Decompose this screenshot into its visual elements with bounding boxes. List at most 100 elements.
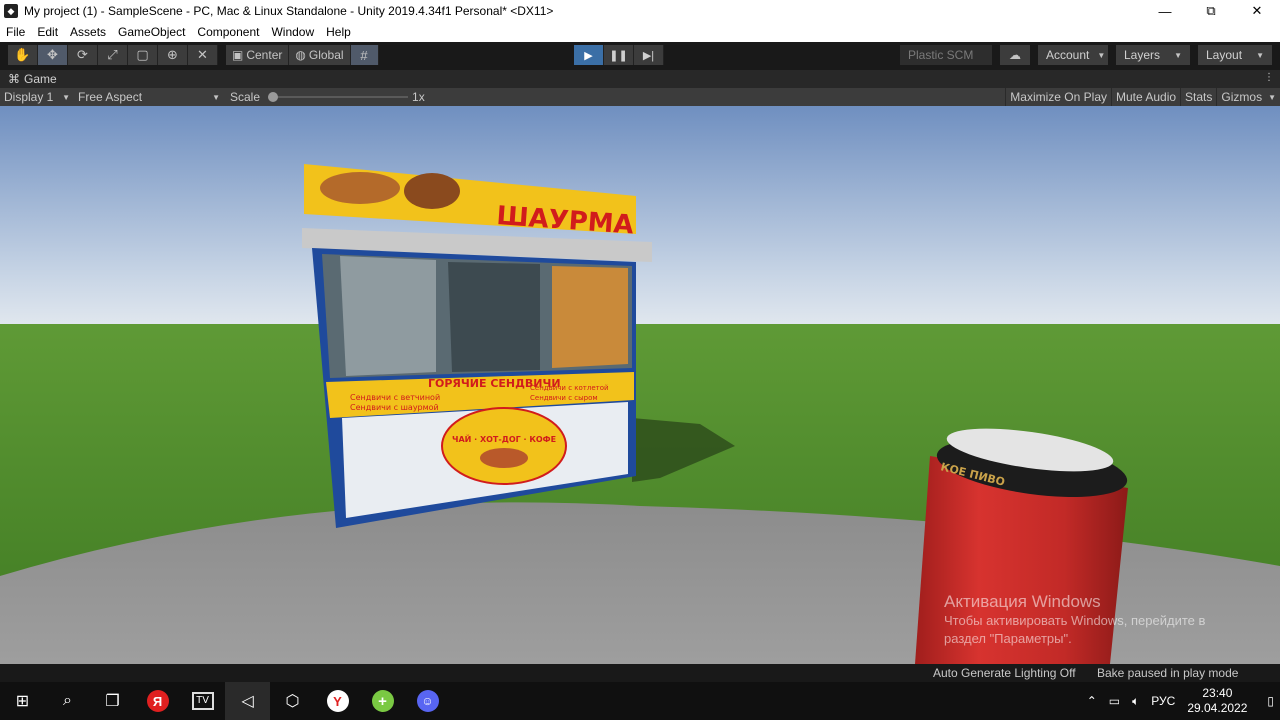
scale-slider[interactable] [268,92,409,102]
chevron-down-icon: ▼ [62,92,70,102]
gamepad-icon: ⌘ [8,72,20,86]
tab-game[interactable]: ⌘ Game [0,72,57,86]
mute-audio-toggle[interactable]: Mute Audio [1111,88,1180,106]
scale-value: 1x [412,90,425,104]
kiosk-window-pane [448,262,540,372]
transform-tool-icon[interactable]: ⊕ [158,45,188,65]
clock-date: 29.04.2022 [1187,701,1248,715]
layout-dropdown[interactable]: Layout ▼ [1198,45,1272,65]
space-label: Global [308,48,344,62]
pivot-label: Center [246,48,283,62]
yandex-icon[interactable]: Я [135,682,180,720]
clock-time: 23:40 [1202,686,1233,700]
game-scene: ШАУРМА ГОРЯЧИЕ СЕНДВИЧИ Сендвичи с ветчи… [0,106,1280,664]
custom-tool-icon[interactable]: ✕ [188,45,218,65]
battery-icon[interactable]: ▭ [1103,694,1126,708]
watermark-title: Активация Windows [944,592,1101,611]
chevron-down-icon: ▼ [212,92,220,102]
chevron-down-icon: ▼ [1097,50,1106,60]
tab-game-label: Game [24,72,57,86]
menu-window[interactable]: Window [265,25,320,39]
volume-icon[interactable]: 🔈︎ [1126,694,1145,709]
close-button[interactable]: ✕ [1234,0,1280,22]
step-icon[interactable]: ▶| [634,45,664,65]
play-icon[interactable]: ▶ [574,45,604,65]
pivot-center-button[interactable]: ▣ Center [226,45,290,65]
pivot-group: ▣ Center ◍ Global # [226,45,379,65]
gizmos-label: Gizmos [1221,90,1263,104]
windows-activation-watermark: Активация Windows Чтобы активировать Win… [944,592,1205,648]
scale-control: Scale 1x [226,88,429,106]
plus-app-icon[interactable]: + [360,682,405,720]
clock[interactable]: 23:40 29.04.2022 [1181,686,1261,716]
sky [0,106,1280,336]
watermark-line: раздел "Параметры". [944,631,1072,646]
game-viewport[interactable]: ШАУРМА ГОРЯЧИЕ СЕНДВИЧИ Сендвичи с ветчи… [0,106,1280,664]
unity-app-icon: ◆ [4,4,18,18]
display-label: Display 1 [4,90,54,104]
language-indicator[interactable]: РУС [1145,694,1181,708]
scale-slider-handle[interactable] [268,92,279,102]
scale-label: Scale [230,90,261,104]
task-view-icon[interactable]: ❐ [90,682,135,720]
unity-hub-icon[interactable]: ⬡ [270,682,315,720]
menu-oval [441,407,567,485]
layers-label: Layers [1124,48,1161,62]
aspect-label: Free Aspect [78,90,143,104]
globe-icon: ◍ [295,48,306,62]
app-icon[interactable]: TV [180,682,225,720]
unity-taskbar-icon[interactable]: ◁ [225,682,270,720]
lighting-status[interactable]: Auto Generate Lighting Off [933,666,1076,680]
chevron-down-icon: ▼ [1256,50,1264,60]
account-dropdown[interactable]: Account ▼ [1038,45,1108,65]
hotdog-image [480,448,528,468]
food-image [320,172,400,204]
hand-tool-icon[interactable]: ✋ [8,45,38,65]
bake-status: Bake paused in play mode [1097,666,1239,680]
move-tool-icon[interactable]: ✥ [38,45,68,65]
yandex-browser-icon[interactable]: Y [315,682,360,720]
watermark-line: Чтобы активировать Windows, перейдите в [944,613,1206,628]
status-bar: Auto Generate Lighting Off Bake paused i… [0,664,1280,682]
oval-text: ЧАЙ · ХОТ-ДОГ · КОФЕ [452,433,556,444]
menu-file[interactable]: File [0,25,31,39]
kiosk-window-pane [340,256,436,376]
tab-bar: ⌘ Game ⋮ [0,70,1280,88]
menu-help[interactable]: Help [320,25,357,39]
more-options-icon[interactable]: ⋮ [1264,72,1274,83]
menu-gameobject[interactable]: GameObject [112,25,191,39]
grid-snap-icon[interactable]: # [350,45,379,65]
windows-start-icon[interactable]: ⊞ [0,682,45,720]
pivot-global-button[interactable]: ◍ Global [289,45,351,65]
pause-icon[interactable]: ❚❚ [604,45,634,65]
game-view-toolbar: Display 1 ▼ Free Aspect ▼ Scale 1x Maxim… [0,88,1280,106]
restore-button[interactable]: ⧉ [1188,0,1234,22]
layout-label: Layout [1206,48,1243,62]
rotate-tool-icon[interactable]: ⟳ [68,45,98,65]
aspect-dropdown[interactable]: Free Aspect ▼ [74,88,224,106]
stats-toggle[interactable]: Stats [1180,88,1216,106]
rect-tool-icon[interactable]: ▢ [128,45,158,65]
chevron-down-icon: ▼ [1268,92,1276,102]
discord-icon[interactable]: ☺ [405,682,450,720]
plastic-scm-button[interactable]: Plastic SCM [900,45,992,65]
menu-assets[interactable]: Assets [64,25,112,39]
menu-edit[interactable]: Edit [31,25,64,39]
cloud-icon[interactable]: ☁ [1000,45,1030,65]
search-icon[interactable]: ⌕ [45,682,90,720]
minimize-button[interactable]: — [1142,0,1188,22]
gizmos-toggle[interactable]: Gizmos ▼ [1216,88,1280,106]
menu-component[interactable]: Component [191,25,265,39]
scale-tool-icon[interactable]: ⤢ [98,45,128,65]
chevron-up-icon[interactable]: ⌃ [1081,694,1103,708]
system-tray: ⌃ ▭ 🔈︎ РУС 23:40 29.04.2022 ▯ [1081,682,1280,720]
banner-item: Сендвичи с сыром [530,394,598,402]
account-label: Account [1046,48,1090,62]
transform-tools: ✋ ✥ ⟳ ⤢ ▢ ⊕ ✕ [8,45,218,65]
menu-bar: File Edit Assets GameObject Component Wi… [0,22,1280,42]
notification-icon[interactable]: ▯ [1261,694,1280,708]
display-dropdown[interactable]: Display 1 ▼ [0,88,74,106]
main-toolbar: ✋ ✥ ⟳ ⤢ ▢ ⊕ ✕ ▣ Center ◍ Global # ▶ ❚❚ ▶… [0,42,1280,68]
layers-dropdown[interactable]: Layers ▼ [1116,45,1190,65]
maximize-on-play-toggle[interactable]: Maximize On Play [1005,88,1111,106]
